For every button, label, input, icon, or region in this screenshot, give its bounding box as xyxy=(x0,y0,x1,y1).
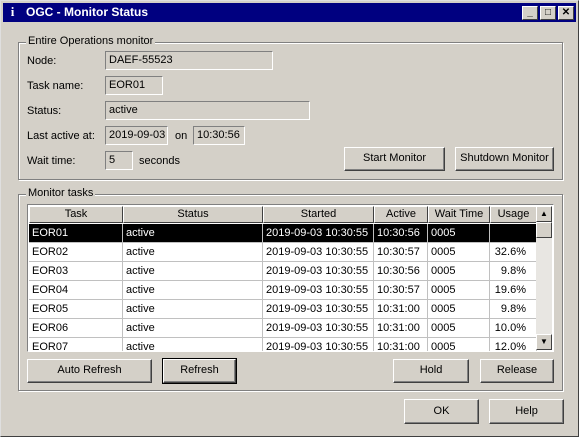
task-cell-usage: 32.6% xyxy=(490,243,537,262)
window-title: OGC - Monitor Status xyxy=(26,5,148,19)
column-header-task[interactable]: Task xyxy=(29,206,123,223)
task-cell-status: active xyxy=(123,319,263,338)
task-cell-started: 2019-09-03 10:30:55 xyxy=(263,281,374,300)
task-cell-wait-time: 0005 xyxy=(428,262,490,281)
task-cell-started: 2019-09-03 10:30:55 xyxy=(263,338,374,351)
task-row[interactable]: EOR04 active 2019-09-03 10:30:55 10:30:57 00… xyxy=(29,281,537,300)
task-cell-active: 10:30:57 xyxy=(374,243,428,262)
seconds-label: seconds xyxy=(139,155,180,167)
task-cell-task: EOR07 xyxy=(29,338,123,351)
last-active-label: Last active at: xyxy=(27,130,95,142)
node-field: DAEF-55523 xyxy=(105,51,273,70)
title-bar[interactable]: i OGC - Monitor Status _ □ ✕ xyxy=(3,3,576,22)
last-active-time-field: 10:30:56 xyxy=(193,126,245,145)
task-cell-usage: 12.0% xyxy=(490,338,537,351)
task-cell-active: 10:31:00 xyxy=(374,319,428,338)
wait-time-field: 5 xyxy=(105,151,133,170)
node-label: Node: xyxy=(27,55,57,67)
close-button[interactable]: ✕ xyxy=(558,6,574,20)
task-cell-usage: 9.8% xyxy=(490,300,537,319)
wait-time-label: Wait time: xyxy=(27,155,76,167)
maximize-button[interactable]: □ xyxy=(540,6,556,20)
task-cell-status: active xyxy=(123,224,263,243)
scroll-up-arrow-icon[interactable]: ▲ xyxy=(536,206,552,222)
task-row[interactable]: EOR02 active 2019-09-03 10:30:55 10:30:57 00… xyxy=(29,243,537,262)
task-cell-wait-time: 0005 xyxy=(428,224,490,243)
task-cell-task: EOR02 xyxy=(29,243,123,262)
status-label: Status: xyxy=(27,105,62,117)
refresh-button[interactable]: Refresh xyxy=(162,358,237,384)
info-icon: i xyxy=(10,4,15,19)
task-cell-wait-time: 0005 xyxy=(428,243,490,262)
hold-button[interactable]: Hold xyxy=(393,359,469,383)
tasks-table: Task Status Started Active Wait Time Usage EO… xyxy=(27,204,554,352)
task-cell-wait-time: 0005 xyxy=(428,319,490,338)
task-cell-task: EOR03 xyxy=(29,262,123,281)
task-cell-started: 2019-09-03 10:30:55 xyxy=(263,262,374,281)
task-cell-active: 10:30:56 xyxy=(374,224,428,243)
last-active-date-field: 2019-09-03 xyxy=(105,126,168,145)
task-cell-usage xyxy=(490,224,537,243)
task-cell-status: active xyxy=(123,338,263,351)
task-cell-task: EOR05 xyxy=(29,300,123,319)
release-button[interactable]: Release xyxy=(480,359,554,383)
task-cell-usage: 9.8% xyxy=(490,262,537,281)
task-cell-usage: 19.6% xyxy=(490,281,537,300)
task-cell-started: 2019-09-03 10:30:55 xyxy=(263,319,374,338)
task-cell-started: 2019-09-03 10:30:55 xyxy=(263,243,374,262)
scroll-down-arrow-icon[interactable]: ▼ xyxy=(536,334,552,350)
auto-refresh-button[interactable]: Auto Refresh xyxy=(27,359,152,383)
task-cell-task: EOR01 xyxy=(29,224,123,243)
column-header-status[interactable]: Status xyxy=(123,206,263,223)
task-cell-active: 10:31:00 xyxy=(374,300,428,319)
task-cell-status: active xyxy=(123,300,263,319)
task-cell-task: EOR06 xyxy=(29,319,123,338)
shutdown-monitor-button[interactable]: Shutdown Monitor xyxy=(455,147,554,171)
tasks-table-body: EOR01 active 2019-09-03 10:30:55 10:30:56 00… xyxy=(29,224,537,351)
tasks-vertical-scrollbar[interactable]: ▲ ▼ xyxy=(536,206,552,350)
task-cell-task: EOR04 xyxy=(29,281,123,300)
task-row[interactable]: EOR06 active 2019-09-03 10:30:55 10:31:00 00… xyxy=(29,319,537,338)
task-cell-wait-time: 0005 xyxy=(428,281,490,300)
ok-button[interactable]: OK xyxy=(404,399,479,424)
monitor-status-window: i OGC - Monitor Status _ □ ✕ Entire Oper… xyxy=(0,0,579,437)
start-monitor-button[interactable]: Start Monitor xyxy=(344,147,445,171)
status-field: active xyxy=(105,101,310,120)
scroll-thumb[interactable] xyxy=(536,222,552,238)
task-row[interactable]: EOR03 active 2019-09-03 10:30:55 10:30:56 00… xyxy=(29,262,537,281)
task-cell-active: 10:31:00 xyxy=(374,338,428,351)
task-cell-wait-time: 0005 xyxy=(428,338,490,351)
column-header-active[interactable]: Active xyxy=(374,206,428,223)
operations-monitor-group-title: Entire Operations monitor xyxy=(26,35,156,47)
task-cell-active: 10:30:57 xyxy=(374,281,428,300)
task-cell-wait-time: 0005 xyxy=(428,300,490,319)
on-label: on xyxy=(175,130,188,142)
task-cell-status: active xyxy=(123,262,263,281)
task-row[interactable]: EOR01 active 2019-09-03 10:30:55 10:30:56 00… xyxy=(29,224,537,243)
task-name-label: Task name: xyxy=(27,80,84,92)
minimize-button[interactable]: _ xyxy=(522,6,538,20)
task-cell-active: 10:30:56 xyxy=(374,262,428,281)
column-header-wait-time[interactable]: Wait Time xyxy=(428,206,490,223)
tasks-table-header: Task Status Started Active Wait Time Usage xyxy=(29,206,537,223)
task-cell-started: 2019-09-03 10:30:55 xyxy=(263,300,374,319)
task-row[interactable]: EOR07 active 2019-09-03 10:30:55 10:31:00 00… xyxy=(29,338,537,351)
column-header-started[interactable]: Started xyxy=(263,206,374,223)
column-header-usage[interactable]: Usage xyxy=(490,206,537,223)
task-cell-status: active xyxy=(123,243,263,262)
help-button[interactable]: Help xyxy=(489,399,564,424)
task-row[interactable]: EOR05 active 2019-09-03 10:30:55 10:31:00 00… xyxy=(29,300,537,319)
monitor-tasks-group-title: Monitor tasks xyxy=(26,187,96,199)
task-cell-status: active xyxy=(123,281,263,300)
task-cell-usage: 10.0% xyxy=(490,319,537,338)
task-name-field: EOR01 xyxy=(105,76,163,95)
task-cell-started: 2019-09-03 10:30:55 xyxy=(263,224,374,243)
